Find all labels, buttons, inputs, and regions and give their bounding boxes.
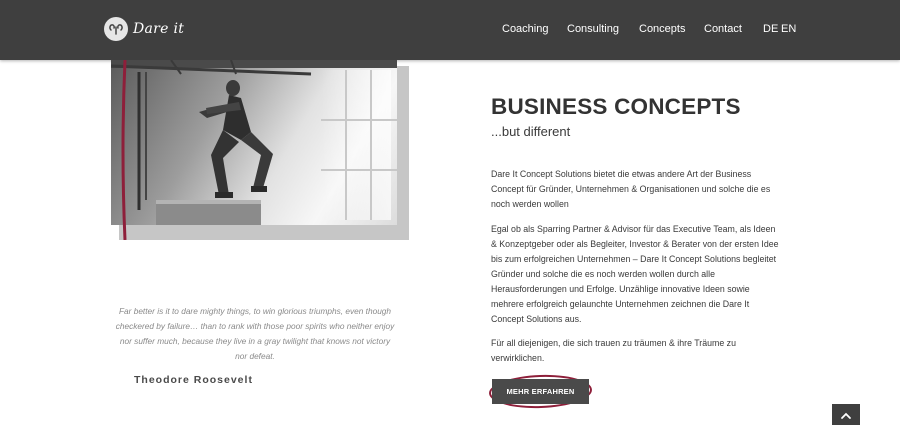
box-jump-photo — [111, 60, 397, 225]
closing-paragraph: Für all diejenigen, die sich trauen zu t… — [491, 338, 736, 363]
hero-image-frame — [111, 60, 409, 240]
nav-contact[interactable]: Contact — [704, 23, 742, 35]
accent-swoosh — [121, 60, 127, 240]
nav-concepts[interactable]: Concepts — [639, 23, 685, 35]
page-subtitle: ...but different — [491, 124, 571, 139]
nav-coaching[interactable]: Coaching — [502, 23, 548, 35]
learn-more-button[interactable]: MEHR ERFAHREN — [492, 379, 589, 404]
quote-text: Far better is it to dare mighty things, … — [115, 306, 395, 361]
site-header: Dare it Coaching Consulting Concepts Con… — [0, 0, 900, 60]
description-paragraph: Egal ob als Sparring Partner & Advisor f… — [491, 224, 779, 324]
intro-paragraph: Dare It Concept Solutions bietet die etw… — [491, 169, 771, 209]
page-title: BUSINESS CONCEPTS — [491, 94, 741, 119]
scroll-to-top-button[interactable] — [832, 404, 860, 425]
language-en[interactable]: EN — [781, 23, 796, 35]
nav-consulting[interactable]: Consulting — [567, 23, 619, 35]
language-de[interactable]: DE — [763, 23, 778, 35]
quote-author: Theodore Roosevelt — [134, 374, 253, 386]
main-navigation: Coaching Consulting Concepts Contact DE … — [0, 23, 900, 39]
chevron-up-icon — [841, 412, 851, 419]
